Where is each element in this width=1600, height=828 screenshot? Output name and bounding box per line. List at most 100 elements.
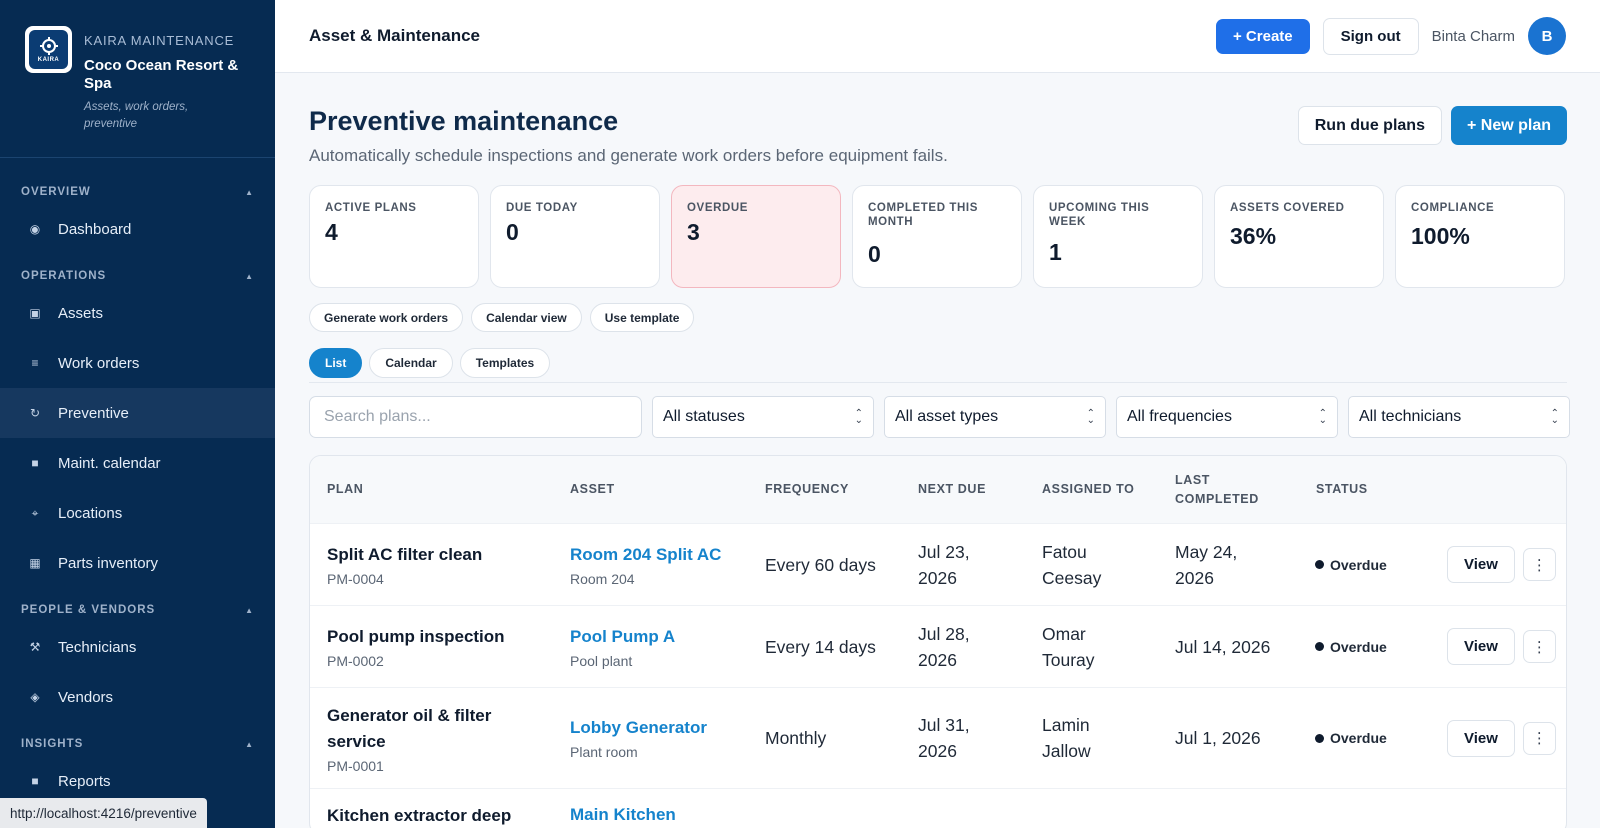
sidebar-item-maint-calendar[interactable]: ■ Maint. calendar xyxy=(0,438,275,488)
plans-table: PLAN ASSET FREQUENCY NEXT DUE ASSIGNED T… xyxy=(309,455,1567,828)
frequency-filter-select[interactable]: All frequencies ⌃ ⌄ xyxy=(1116,396,1338,438)
plan-name: Kitchen extractor deep xyxy=(327,806,512,825)
column-header-next-due[interactable]: NEXT DUE xyxy=(918,480,1042,499)
asset-link[interactable]: Room 204 Split AC xyxy=(570,543,765,567)
run-due-plans-button[interactable]: Run due plans xyxy=(1297,106,1442,145)
stat-card-active-plans[interactable]: ACTIVE PLANS 4 xyxy=(309,185,479,288)
filter-bar: All statuses⌃⌄ All asset types⌃⌄ All fre… xyxy=(309,396,1570,438)
collapse-caret-icon: ▲ xyxy=(245,739,254,749)
status-badge: Overdue xyxy=(1315,730,1425,746)
column-header-plan[interactable]: PLAN xyxy=(310,480,561,499)
stat-card-due-today[interactable]: DUE TODAY 0 xyxy=(490,185,660,288)
more-options-icon[interactable]: ⋮ xyxy=(1522,721,1556,755)
tab-calendar[interactable]: Calendar xyxy=(369,348,453,378)
app-section-title: Asset & Maintenance xyxy=(309,26,480,45)
view-tabs: List Calendar Templates xyxy=(309,348,1567,383)
more-options-icon[interactable]: ⋮ xyxy=(1522,548,1556,581)
sidebar-item-work-orders[interactable]: ≡ Work orders xyxy=(0,338,275,388)
search-input[interactable] xyxy=(309,396,642,438)
sidebar-item-vendors[interactable]: ◈ Vendors xyxy=(0,672,275,722)
last-completed-cell: Jul 1, 2026 xyxy=(1175,728,1261,748)
table-row[interactable]: Generator oil & filter service PM-0001 Lo… xyxy=(310,688,1566,789)
avatar[interactable]: B xyxy=(1528,17,1566,55)
table-row[interactable]: Kitchen extractor deep Main Kitchen xyxy=(310,789,1566,828)
table-row[interactable]: Split AC filter clean PM-0004 Room 204 Sp… xyxy=(310,524,1566,606)
more-options-icon[interactable]: ⋮ xyxy=(1522,630,1556,663)
collapse-caret-icon: ▲ xyxy=(245,187,254,197)
calendar-icon: ■ xyxy=(31,456,39,470)
stats-row: ACTIVE PLANS 4 DUE TODAY 0 OVERDUE 3 COMPLE… xyxy=(309,185,1567,288)
column-header-assigned-to[interactable]: ASSIGNED TO xyxy=(1042,480,1175,499)
next-due-cell: Jul 31, 2026 xyxy=(918,715,970,761)
stat-card-assets-covered[interactable]: ASSETS COVERED 36% xyxy=(1214,185,1384,288)
brand-block: KAIRA KAIRA MAINTENANCE Coco Ocean Resor… xyxy=(0,0,275,158)
create-button[interactable]: + Create xyxy=(1216,18,1310,54)
stat-card-overdue[interactable]: OVERDUE 3 xyxy=(671,185,841,288)
location-icon: ⌖ xyxy=(31,505,39,520)
asset-link[interactable]: Main Kitchen xyxy=(570,803,765,827)
brand-kicker: KAIRA MAINTENANCE xyxy=(84,33,235,48)
asset-type-filter-select[interactable]: All asset types ⌃ ⌄ xyxy=(884,396,1106,438)
asset-link[interactable]: Pool Pump A xyxy=(570,625,765,649)
new-plan-button[interactable]: + New plan xyxy=(1450,106,1567,145)
assigned-to-cell: Fatou Ceesay xyxy=(1042,541,1102,588)
plan-code: PM-0002 xyxy=(327,653,384,669)
stat-card-upcoming-this-week[interactable]: UPCOMING THIS WEEK 1 xyxy=(1033,185,1203,288)
asset-location: Plant room xyxy=(570,744,638,760)
box-icon: ▦ xyxy=(29,556,41,570)
select-arrows-icon: ⌃ ⌄ xyxy=(854,408,863,426)
use-template-button[interactable]: Use template xyxy=(589,303,695,332)
nav-section-people-vendors[interactable]: PEOPLE & VENDORS ▲ xyxy=(0,598,275,622)
sidebar-item-preventive[interactable]: ↻ Preventive xyxy=(0,388,275,438)
column-header-asset[interactable]: ASSET xyxy=(561,480,765,499)
next-due-cell: Jul 23, 2026 xyxy=(918,541,970,588)
generate-work-orders-button[interactable]: Generate work orders xyxy=(309,303,464,332)
last-completed-cell: Jul 14, 2026 xyxy=(1175,636,1271,657)
tab-templates[interactable]: Templates xyxy=(459,348,551,378)
sidebar-item-locations[interactable]: ⌖ Locations xyxy=(0,488,275,538)
view-button[interactable]: View xyxy=(1447,719,1515,757)
table-row[interactable]: Pool pump inspection PM-0002 Pool Pump A P… xyxy=(310,606,1566,688)
nav-section-operations[interactable]: OPERATIONS ▲ xyxy=(0,264,275,288)
plan-name: Pool pump inspection xyxy=(327,627,505,646)
assigned-to-cell: Lamin Jallow xyxy=(1042,715,1091,761)
stat-card-completed-this-month[interactable]: COMPLETED THIS MONTH 0 xyxy=(852,185,1022,288)
view-button[interactable]: View xyxy=(1447,628,1515,665)
select-arrows-icon: ⌃ ⌄ xyxy=(1318,408,1327,426)
status-dot-icon xyxy=(1315,733,1324,743)
frequency-cell: Every 14 days xyxy=(765,636,876,657)
dashboard-icon: ◉ xyxy=(29,222,41,236)
sidebar-item-technicians[interactable]: ⚒ Technicians xyxy=(0,622,275,672)
table-header: PLAN ASSET FREQUENCY NEXT DUE ASSIGNED T… xyxy=(310,456,1566,524)
status-badge: Overdue xyxy=(1315,639,1425,655)
sidebar-item-dashboard[interactable]: ◉ Dashboard xyxy=(0,204,275,254)
brand-logo[interactable]: KAIRA xyxy=(25,26,72,73)
collapse-caret-icon: ▲ xyxy=(245,605,254,615)
stat-card-compliance[interactable]: COMPLIANCE 100% xyxy=(1395,185,1565,288)
status-badge: Overdue xyxy=(1315,557,1425,573)
top-bar: Asset & Maintenance + Create Sign out Bi… xyxy=(275,0,1600,73)
plan-name: Split AC filter clean xyxy=(327,545,483,564)
tab-list[interactable]: List xyxy=(309,348,363,378)
view-button[interactable]: View xyxy=(1447,546,1515,583)
frequency-cell: Monthly xyxy=(765,728,827,748)
gear-wrench-icon xyxy=(39,37,58,55)
frequency-cell: Every 60 days xyxy=(765,554,876,575)
technician-filter-select[interactable]: All technicians ⌃ ⌄ xyxy=(1348,396,1570,438)
asset-link[interactable]: Lobby Generator xyxy=(570,716,765,740)
column-header-last-completed[interactable]: LAST COMPLETED xyxy=(1175,471,1295,509)
status-filter-select[interactable]: All statuses ⌃ ⌄ xyxy=(652,396,874,438)
nav-section-overview[interactable]: OVERVIEW ▲ xyxy=(0,180,275,204)
sign-out-button[interactable]: Sign out xyxy=(1322,17,1419,55)
column-header-frequency[interactable]: FREQUENCY xyxy=(765,480,918,499)
column-header-status[interactable]: STATUS xyxy=(1295,480,1405,499)
sidebar: KAIRA KAIRA MAINTENANCE Coco Ocean Resor… xyxy=(0,0,275,828)
sidebar-item-parts-inventory[interactable]: ▦ Parts inventory xyxy=(0,538,275,588)
status-bar-url: http://localhost:4216/preventive xyxy=(0,798,207,828)
main-content: Preventive maintenance Automatically sch… xyxy=(309,73,1570,828)
select-arrows-icon: ⌃ ⌄ xyxy=(1086,408,1095,426)
plan-code: PM-0004 xyxy=(327,571,384,587)
calendar-view-button[interactable]: Calendar view xyxy=(471,303,582,332)
nav-section-insights[interactable]: INSIGHTS ▲ xyxy=(0,732,275,756)
sidebar-item-assets[interactable]: ▣ Assets xyxy=(0,288,275,338)
